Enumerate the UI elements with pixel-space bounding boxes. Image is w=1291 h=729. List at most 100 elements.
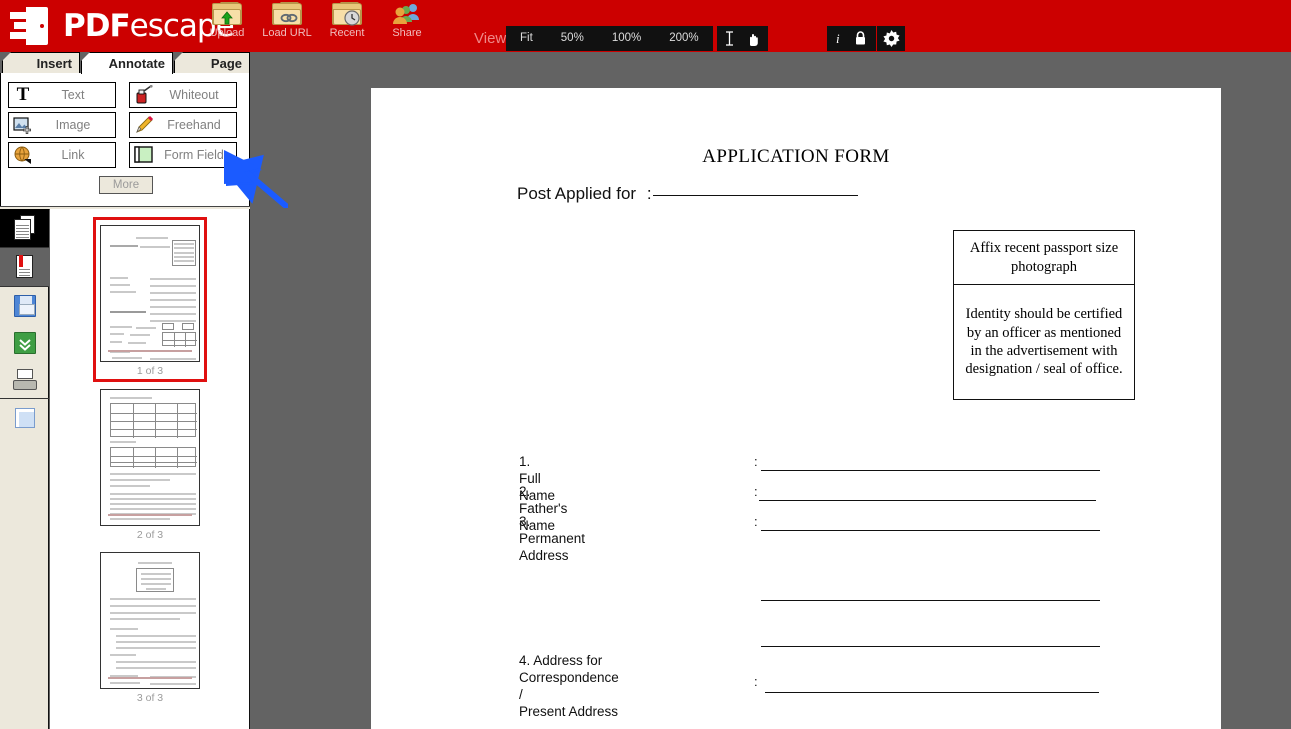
field-colon-correspondence-address: : <box>754 674 758 689</box>
lock-icon[interactable] <box>854 31 867 46</box>
floppy-save-icon <box>13 294 36 317</box>
text-select-icon[interactable] <box>724 31 735 46</box>
print-button-rail[interactable] <box>0 361 49 398</box>
field-line-fathers-name[interactable] <box>759 500 1096 501</box>
pdf-page-1[interactable]: APPLICATION FORM Post Applied for : Affi… <box>371 88 1221 729</box>
thumbnail-frame-3: 3 of 3 <box>93 544 207 709</box>
share-people-icon <box>393 4 419 24</box>
tool-tabs: Insert Page Annotate <box>0 52 250 74</box>
text-tool-label: Text <box>61 88 85 102</box>
annotate-tool-panel: T Text Whiteout Image Freehand Link Form… <box>0 73 250 208</box>
gear-icon <box>882 30 900 47</box>
text-tool-button[interactable]: T Text <box>8 82 116 108</box>
settings-button[interactable] <box>877 26 905 51</box>
thumbnail-item-2[interactable]: 2 of 3 <box>50 381 249 546</box>
info-tool-group: i <box>827 26 876 51</box>
freehand-tool-button[interactable]: Freehand <box>129 112 237 138</box>
tab-insert[interactable]: Insert <box>2 52 80 74</box>
link-globe-icon <box>9 143 37 167</box>
photo-affix-text: Affix recent passport size photograph <box>954 231 1134 285</box>
app-header: PDFescape Upload Load URL Recent Share V… <box>0 0 1291 52</box>
freehand-tool-label: Freehand <box>167 118 221 132</box>
zoom-option-50[interactable]: 50% <box>547 26 598 51</box>
zoom-controls: Fit 50% 100% 200% <box>506 26 713 51</box>
thumbnail-label-2: 2 of 3 <box>136 529 164 541</box>
properties-button-rail[interactable] <box>0 399 49 436</box>
zoom-option-fit[interactable]: Fit <box>506 26 547 51</box>
zoom-option-100[interactable]: 100% <box>598 26 655 51</box>
image-tool-button[interactable]: Image <box>8 112 116 138</box>
recent-label: Recent <box>329 27 365 39</box>
post-applied-label: Post Applied for <box>517 184 641 203</box>
pages-icon <box>13 215 36 241</box>
sidebar-item-bookmarks[interactable] <box>0 248 49 286</box>
folder-link-icon <box>272 2 302 26</box>
field-line-permanent-address-2[interactable] <box>761 600 1100 601</box>
load-url-button[interactable]: Load URL <box>258 2 316 48</box>
tab-annotate[interactable]: Annotate <box>81 52 173 74</box>
thumbnail-selection-border: 1 of 3 <box>93 217 207 382</box>
thumbnail-strip[interactable]: 1 of 3 2 of 3 3 of 3 <box>50 209 250 729</box>
post-applied-row: Post Applied for : <box>517 184 858 204</box>
download-chevrons-icon <box>13 331 36 354</box>
page-title: APPLICATION FORM <box>702 146 890 167</box>
whiteout-tool-label: Whiteout <box>169 88 219 102</box>
form-field-tool-button[interactable]: Form Field <box>129 142 237 168</box>
thumbnail-page-2 <box>100 389 200 526</box>
text-T-icon: T <box>16 84 30 105</box>
blue-square-icon <box>14 407 35 428</box>
share-button[interactable]: Share <box>378 2 436 48</box>
image-tool-label: Image <box>55 118 91 132</box>
field-label-permanent-address: 3. Permanent Address <box>519 514 586 563</box>
info-icon[interactable]: i <box>836 32 840 45</box>
whiteout-bottle-icon <box>130 83 158 107</box>
cursor-tool-group <box>717 26 768 51</box>
field-line-permanent-address-3[interactable] <box>761 646 1100 647</box>
whiteout-tool-button[interactable]: Whiteout <box>129 82 237 108</box>
thumbnail-label-1: 1 of 3 <box>136 365 164 377</box>
link-tool-button[interactable]: Link <box>8 142 116 168</box>
upload-button[interactable]: Upload <box>198 2 256 48</box>
field-line-full-name[interactable] <box>761 470 1100 471</box>
image-add-icon <box>9 113 37 137</box>
field-colon-permanent-address: : <box>754 514 758 529</box>
field-line-correspondence-1[interactable] <box>765 692 1099 693</box>
view-label: View <box>474 30 507 47</box>
load-url-label: Load URL <box>262 27 312 39</box>
thumbnail-label-3: 3 of 3 <box>136 692 164 704</box>
folder-clock-icon <box>332 2 362 26</box>
document-viewport[interactable]: APPLICATION FORM Post Applied for : Affi… <box>251 52 1291 729</box>
download-button-rail[interactable] <box>0 324 49 361</box>
recent-button[interactable]: Recent <box>318 2 376 48</box>
thumbnail-frame-2: 2 of 3 <box>93 381 207 546</box>
field-label-correspondence-address: 4. Address for Correspondence / Present … <box>519 653 619 719</box>
post-applied-colon: : <box>646 184 652 203</box>
logo-pdf-text: PDF <box>63 7 131 44</box>
photo-instruction-box: Affix recent passport size photograph Id… <box>953 230 1135 400</box>
zoom-option-200[interactable]: 200% <box>655 26 712 51</box>
sidebar-item-pages[interactable] <box>0 209 49 247</box>
field-line-permanent-address-1[interactable] <box>761 530 1100 531</box>
form-field-icon <box>130 143 158 167</box>
logo-mark-icon <box>10 7 56 45</box>
form-field-tool-label: Form Field <box>164 148 224 162</box>
thumbnail-item-1[interactable]: 1 of 3 <box>50 217 249 382</box>
field-colon-fathers-name: : <box>754 484 758 499</box>
field-colon-full-name: : <box>754 454 758 469</box>
upload-label: Upload <box>209 27 245 39</box>
thumbnail-page-1 <box>100 225 200 362</box>
thumbnail-page-3 <box>100 552 200 689</box>
pencil-icon <box>130 113 158 137</box>
hand-pan-icon[interactable] <box>745 31 761 47</box>
folder-upload-icon <box>212 2 242 26</box>
more-tools-button[interactable]: More <box>99 176 153 194</box>
left-icon-rail <box>0 209 49 729</box>
bookmark-page-icon <box>14 254 36 280</box>
save-button-rail[interactable] <box>0 287 49 324</box>
link-tool-label: Link <box>61 148 85 162</box>
tab-page[interactable]: Page <box>174 52 250 74</box>
thumbnail-item-3[interactable]: 3 of 3 <box>50 544 249 709</box>
printer-icon <box>12 368 37 391</box>
share-label: Share <box>392 27 422 39</box>
post-applied-blank-line[interactable] <box>652 195 858 196</box>
